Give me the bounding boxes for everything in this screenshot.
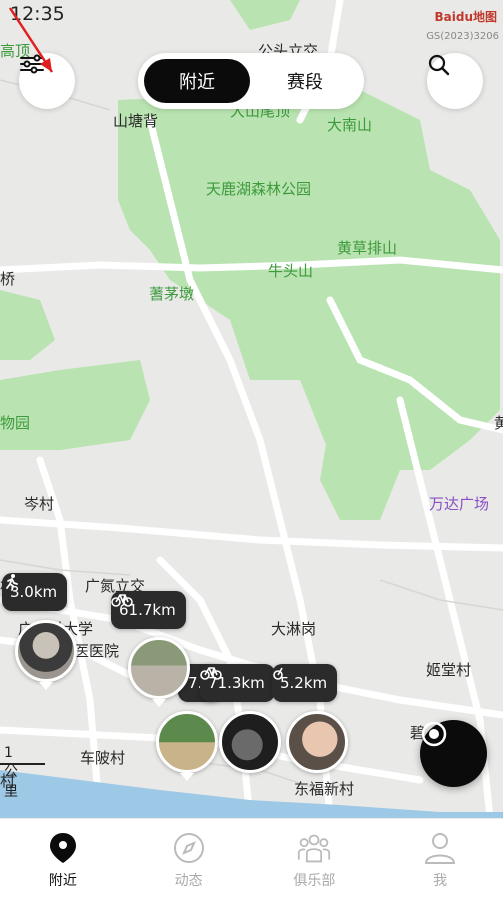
map-place-label: 岑村 xyxy=(24,495,55,513)
group-icon xyxy=(297,831,331,865)
map-place-label: 姬堂村 xyxy=(426,661,472,679)
avatar[interactable] xyxy=(156,711,218,773)
map-place-label: 山塘背 xyxy=(113,112,159,130)
compass-icon xyxy=(172,831,206,865)
activity-pill-bike[interactable]: 71.3km xyxy=(200,664,275,702)
map-logo: Baidu地图 xyxy=(434,10,498,24)
map-place-label: 牛头山 xyxy=(268,262,314,280)
map-place-label: 桥 xyxy=(0,270,16,288)
tab-club-nav[interactable]: 俱乐部 xyxy=(252,819,378,900)
nearby-segments-switch: 附近 赛段 xyxy=(138,53,364,109)
tab-feed-nav[interactable]: 动态 xyxy=(126,819,252,900)
avatar-pointer xyxy=(39,682,53,690)
map-pin-icon xyxy=(46,831,80,865)
map-view[interactable]: 12:35 Baidu地图 GS(2023)3206 公头立交 高顶 山塘背 大山尾顶… xyxy=(0,0,503,818)
map-place-label: 天鹿湖森林公园 xyxy=(206,180,312,198)
map-place-label: 黄 xyxy=(494,414,503,432)
map-license: GS(2023)3206 xyxy=(426,31,499,42)
map-place-label: 蓍茅墩 xyxy=(149,285,195,303)
activity-distance: 5.2km xyxy=(280,674,328,692)
map-place-label: 东福新村 xyxy=(294,780,355,798)
status-bar: 12:35 Baidu地图 GS(2023)3206 xyxy=(0,0,503,42)
run-icon xyxy=(6,574,18,591)
avatar[interactable] xyxy=(15,620,77,682)
map-place-label: 黄草排山 xyxy=(337,239,398,257)
map-place-label: 大南山 xyxy=(327,116,373,134)
tab-me-nav[interactable]: 我 xyxy=(377,819,503,900)
tab-label: 动态 xyxy=(174,873,203,889)
tab-nearby-nav[interactable]: 附近 xyxy=(0,819,126,900)
tab-label: 我 xyxy=(433,873,448,889)
scale-label: 1公里 xyxy=(4,745,18,800)
bike-icon xyxy=(273,667,283,680)
avatar[interactable] xyxy=(219,711,281,773)
scale-bar xyxy=(0,763,45,765)
red-arrow-annotation xyxy=(8,7,54,73)
map-place-label: 万达广场 xyxy=(429,495,490,513)
bottom-tab-bar: 附近 动态 俱乐部 我 xyxy=(0,818,503,900)
bike-icon xyxy=(200,667,222,680)
search-icon xyxy=(428,54,450,76)
search-button[interactable] xyxy=(427,53,483,109)
map-place-label: 大淋岗 xyxy=(271,620,317,638)
avatar[interactable] xyxy=(128,637,190,699)
activity-pill-run[interactable]: 3.0km xyxy=(2,573,68,611)
activity-pill-bike[interactable]: 5.2km xyxy=(272,664,338,702)
person-icon xyxy=(423,831,457,865)
locate-button[interactable] xyxy=(420,720,487,787)
avatar-pointer xyxy=(152,699,166,707)
map-place-label: 车陂村 xyxy=(80,749,126,767)
locate-icon xyxy=(421,721,447,747)
activity-pill-bike[interactable]: 61.7km xyxy=(111,591,186,629)
bike-icon xyxy=(111,594,133,607)
map-place-label: 医医院 xyxy=(74,642,120,660)
tab-nearby[interactable]: 附近 xyxy=(144,59,250,103)
map-place-label: 物园 xyxy=(0,414,31,432)
tab-label: 俱乐部 xyxy=(293,873,336,889)
avatar[interactable] xyxy=(286,711,348,773)
avatar-pointer xyxy=(180,773,194,781)
tab-label: 附近 xyxy=(48,873,77,889)
tab-segments[interactable]: 赛段 xyxy=(252,59,358,103)
